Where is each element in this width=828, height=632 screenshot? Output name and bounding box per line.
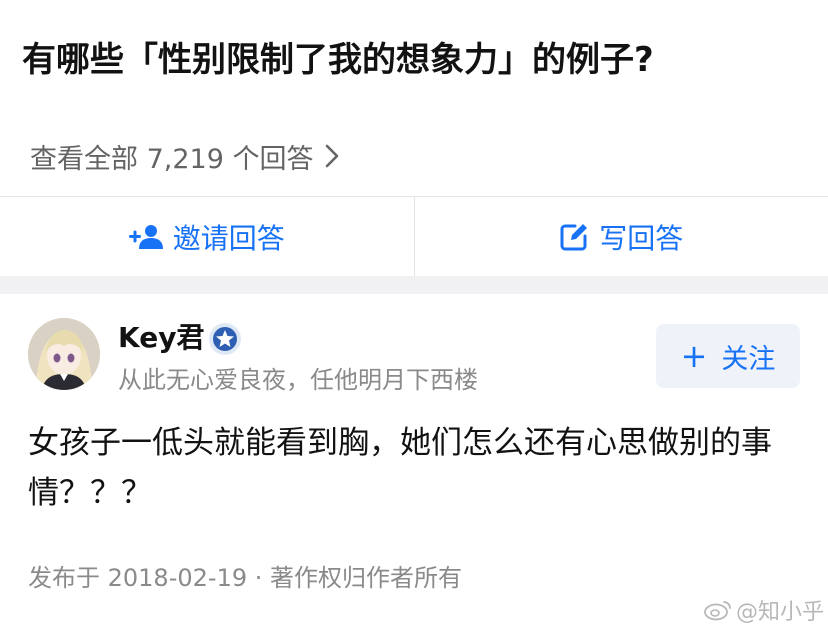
view-all-answers-link[interactable]: 查看全部 7,219 个回答 [30,136,341,176]
plus-icon: + [680,337,708,375]
view-all-answers-label: 查看全部 7,219 个回答 [30,143,314,175]
question-action-bar: 邀请回答 写回答 [0,196,828,276]
answer-card: Key君 从此无心爱良夜，任他明月下西楼 + 关注 女孩子一低头就能看到胸，她们… [0,294,828,632]
avatar[interactable] [28,318,100,390]
author-bio: 从此无心爱良夜，任他明月下西楼 [118,366,478,394]
section-divider [0,276,828,294]
write-answer-button[interactable]: 写回答 [413,197,828,276]
invite-answer-label: 邀请回答 [172,221,285,255]
invite-answer-button[interactable]: 邀请回答 [0,197,414,276]
follow-label: 关注 [721,343,776,375]
watermark: @知小乎 [704,594,824,626]
answer-meta: 发布于 2018-02-19 · 著作权归作者所有 [28,564,462,592]
follow-button[interactable]: + 关注 [656,324,800,388]
invite-user-icon [128,224,163,249]
edit-icon [560,223,588,250]
verified-badge-icon [209,323,241,355]
answer-content[interactable]: 女孩子一低头就能看到胸，她们怎么还有心思做别的事情？？？ [28,418,800,518]
question-title: 有哪些「性别限制了我的想象力」的例子? [22,40,654,80]
watermark-text: @知小乎 [736,600,825,625]
write-answer-label: 写回答 [599,221,684,255]
chevron-right-icon [325,142,341,170]
weibo-icon [704,601,731,621]
author-name[interactable]: Key君 [118,320,204,356]
